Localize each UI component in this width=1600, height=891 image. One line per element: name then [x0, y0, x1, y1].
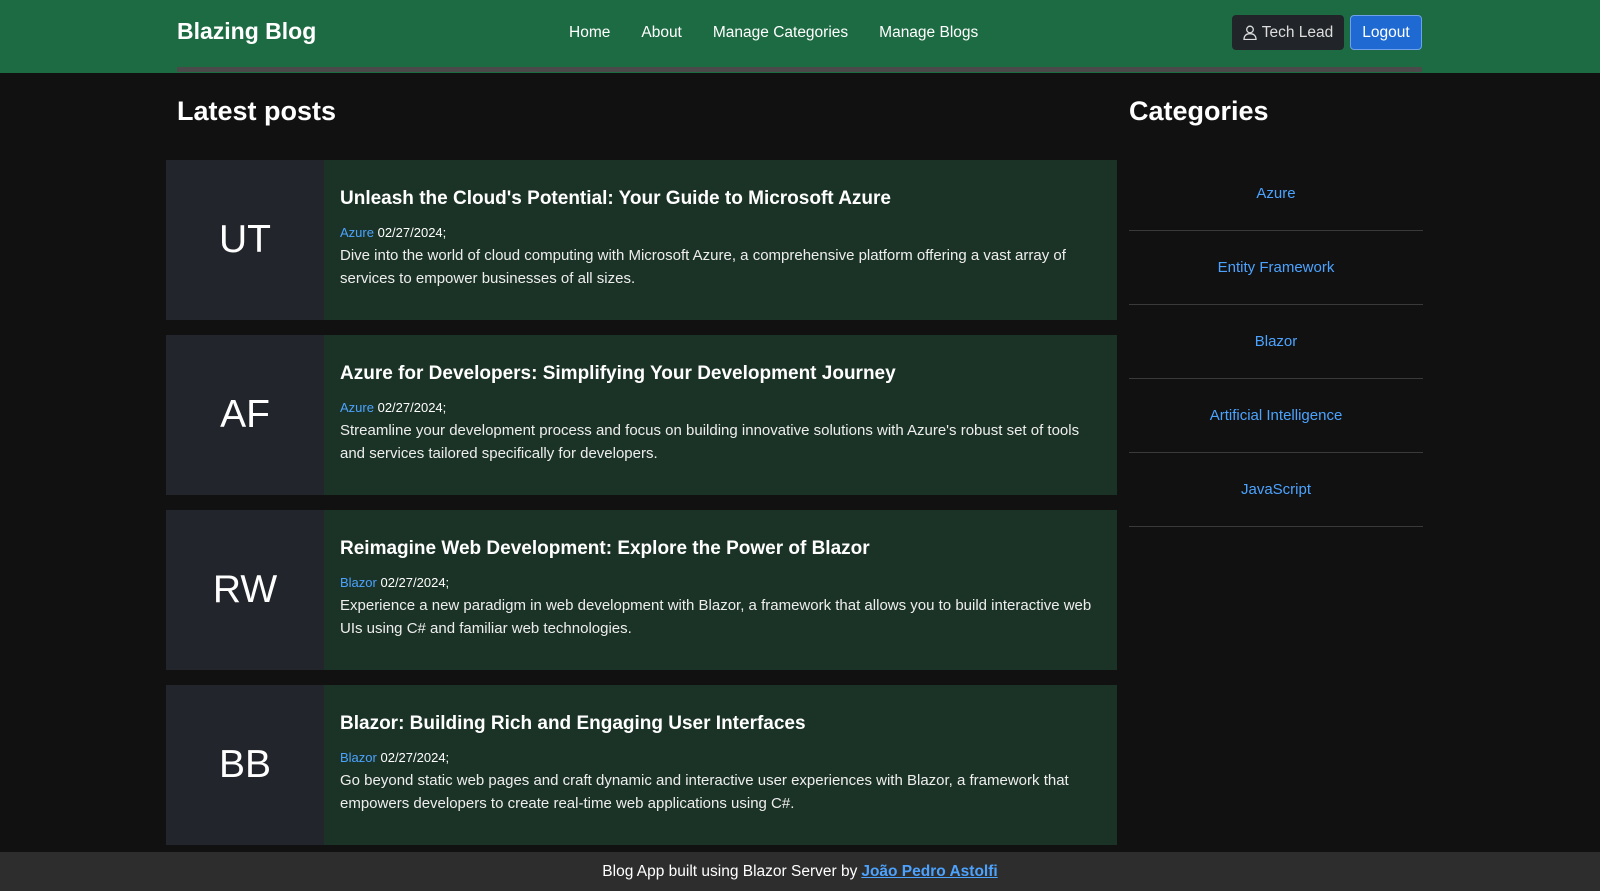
- post-title[interactable]: Blazor: Building Rich and Engaging User …: [340, 713, 1099, 735]
- post-meta: Azure 02/27/2024;: [340, 400, 1099, 415]
- category-item-artificial-intelligence: Artificial Intelligence: [1129, 379, 1423, 453]
- navbar-inner: Blazing Blog Home About Manage Categorie…: [177, 0, 1422, 73]
- post-description: Dive into the world of cloud computing w…: [340, 247, 1066, 287]
- footer: Blog App built using Blazor Server by Jo…: [0, 852, 1600, 891]
- post-meta: Azure 02/27/2024;: [340, 225, 1099, 240]
- category-link[interactable]: Azure: [1256, 185, 1295, 202]
- post-meta: Blazor 02/27/2024;: [340, 750, 1099, 765]
- post-card: BB Blazor: Building Rich and Engaging Us…: [166, 685, 1117, 845]
- category-link[interactable]: Artificial Intelligence: [1210, 407, 1343, 424]
- footer-author-link[interactable]: João Pedro Astolfi: [861, 863, 997, 881]
- user-badge: Tech Lead: [1232, 15, 1344, 50]
- category-item-javascript: JavaScript: [1129, 453, 1423, 527]
- category-item-azure: Azure: [1129, 157, 1423, 231]
- post-body: Reimagine Web Development: Explore the P…: [324, 510, 1117, 670]
- nav-link-about[interactable]: About: [641, 24, 682, 42]
- post-body: Unleash the Cloud's Potential: Your Guid…: [324, 160, 1117, 320]
- post-date: 02/27/2024;: [377, 400, 447, 415]
- post-date: 02/27/2024;: [377, 225, 447, 240]
- post-thumbnail[interactable]: UT: [166, 160, 324, 320]
- post-category-link[interactable]: Azure: [340, 225, 374, 240]
- post-meta: Blazor 02/27/2024;: [340, 575, 1099, 590]
- post-card: UT Unleash the Cloud's Potential: Your G…: [166, 160, 1117, 320]
- post-date: 02/27/2024;: [380, 750, 450, 765]
- post-body: Blazor: Building Rich and Engaging User …: [324, 685, 1117, 845]
- category-item-blazor: Blazor: [1129, 305, 1423, 379]
- post-category-link[interactable]: Azure: [340, 400, 374, 415]
- category-link[interactable]: Blazor: [1255, 333, 1298, 350]
- categories-title: Categories: [1129, 96, 1269, 126]
- post-thumbnail[interactable]: RW: [166, 510, 324, 670]
- post-category-link[interactable]: Blazor: [340, 750, 377, 765]
- post-title[interactable]: Azure for Developers: Simplifying Your D…: [340, 363, 1099, 385]
- post-card: AF Azure for Developers: Simplifying You…: [166, 335, 1117, 495]
- post-card: RW Reimagine Web Development: Explore th…: [166, 510, 1117, 670]
- nav-link-manage-blogs[interactable]: Manage Blogs: [879, 24, 978, 42]
- post-list: UT Unleash the Cloud's Potential: Your G…: [166, 160, 1117, 860]
- category-list: Azure Entity Framework Blazor Artificial…: [1129, 157, 1423, 527]
- post-date: 02/27/2024;: [380, 575, 450, 590]
- post-category-link[interactable]: Blazor: [340, 575, 377, 590]
- footer-text: Blog App built using Blazor Server by: [602, 862, 858, 880]
- post-description: Experience a new paradigm in web develop…: [340, 597, 1092, 637]
- user-icon: [1243, 25, 1257, 40]
- nav-link-manage-categories[interactable]: Manage Categories: [713, 24, 848, 42]
- brand-logo[interactable]: Blazing Blog: [177, 18, 316, 45]
- nav-links: Home About Manage Categories Manage Blog…: [569, 24, 1009, 42]
- post-thumbnail[interactable]: AF: [166, 335, 324, 495]
- category-link[interactable]: JavaScript: [1241, 481, 1311, 498]
- latest-posts-title: Latest posts: [177, 96, 337, 126]
- post-title[interactable]: Unleash the Cloud's Potential: Your Guid…: [340, 188, 1099, 210]
- nav-link-home[interactable]: Home: [569, 24, 610, 42]
- navbar-divider: [177, 67, 1422, 72]
- navbar: Blazing Blog Home About Manage Categorie…: [0, 0, 1600, 73]
- post-body: Azure for Developers: Simplifying Your D…: [324, 335, 1117, 495]
- post-title[interactable]: Reimagine Web Development: Explore the P…: [340, 538, 1099, 560]
- user-name: Tech Lead: [1261, 23, 1334, 41]
- category-link[interactable]: Entity Framework: [1218, 259, 1335, 276]
- category-item-entity-framework: Entity Framework: [1129, 231, 1423, 305]
- post-thumbnail[interactable]: BB: [166, 685, 324, 845]
- post-description: Streamline your development process and …: [340, 422, 1080, 462]
- logout-button[interactable]: Logout: [1350, 15, 1422, 50]
- post-description: Go beyond static web pages and craft dyn…: [340, 772, 1069, 812]
